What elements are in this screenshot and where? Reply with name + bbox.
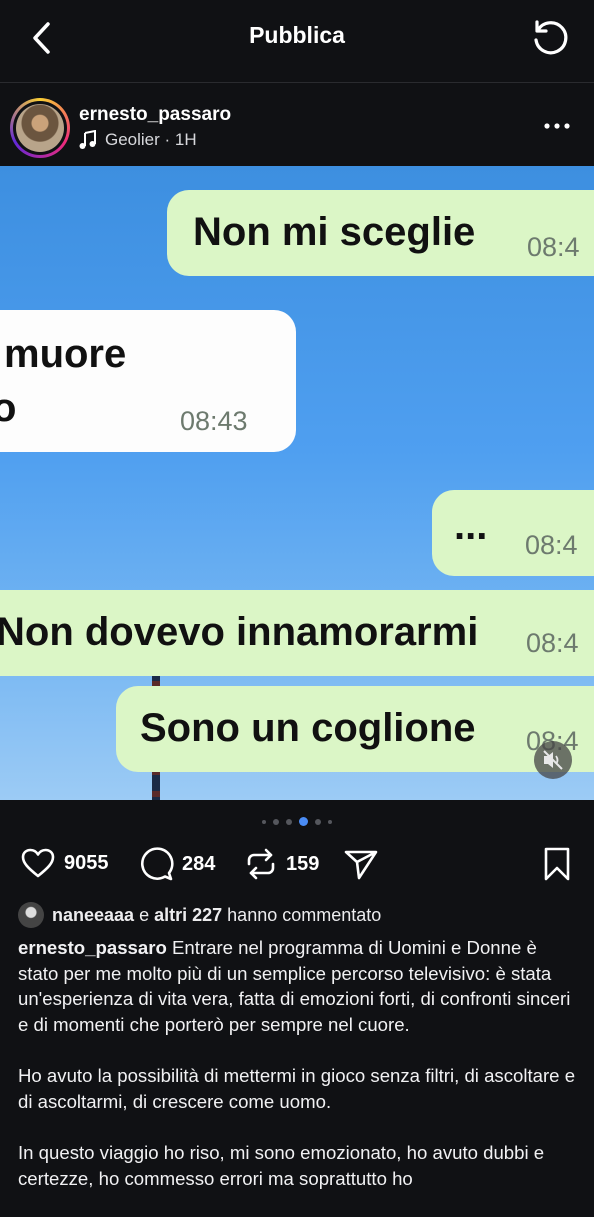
music-label: Geolier · 1H — [105, 130, 197, 149]
chat-bubble-time: 08:43 — [180, 406, 248, 436]
caption-paragraph: Ho avuto la possibilità di mettermi in g… — [18, 1065, 576, 1112]
post-header: ernesto_passaro Geolier · 1H — [0, 92, 594, 164]
music-note-icon — [79, 130, 96, 149]
reposts-count: 159 — [286, 852, 320, 875]
share-button[interactable] — [344, 847, 378, 881]
chat-bubble-time: 08:4 — [527, 232, 580, 262]
chat-bubble-time: 08:4 — [525, 530, 578, 560]
comment-button[interactable]: 284 — [140, 847, 215, 881]
carousel-dot — [286, 819, 292, 825]
commenters-suffix: hanno commentato — [227, 904, 382, 925]
action-bar: 9055 284 159 — [0, 842, 594, 888]
bookmark-icon — [544, 847, 570, 881]
chat-bubble-text: o — [0, 386, 17, 430]
top-bar: Pubblica — [0, 0, 594, 83]
carousel-dot-active — [299, 817, 308, 826]
likes-count: 9055 — [64, 851, 109, 874]
carousel-dot — [262, 820, 266, 824]
speaker-muted-icon — [543, 750, 563, 770]
chat-bubble-text: Sono un coglione — [140, 706, 476, 750]
caption-paragraph: ernesto_passaro Entrare nel programma di… — [18, 935, 578, 1037]
commenter-avatar — [18, 902, 44, 928]
page-title: Pubblica — [249, 22, 345, 48]
carousel-dot — [328, 820, 332, 824]
chat-bubble-text: ... — [454, 504, 488, 548]
commenters-summary[interactable]: naneeaaa e altri 227 hanno commentato — [18, 902, 381, 928]
chat-bubble: muore o 08:43 — [0, 310, 296, 452]
post-caption: ernesto_passaro Entrare nel programma di… — [18, 935, 578, 1217]
chat-bubble: Non dovevo innamorarmi 08:4 — [0, 590, 594, 676]
comments-count: 284 — [182, 852, 216, 875]
carousel-dot — [273, 819, 279, 825]
post-username[interactable]: ernesto_passaro — [79, 104, 231, 126]
heart-icon — [21, 848, 55, 878]
chat-bubble-text: muore — [4, 332, 127, 376]
chat-bubble: Non mi sceglie 08:4 — [167, 190, 594, 276]
music-row[interactable]: Geolier · 1H — [79, 130, 197, 150]
mute-button[interactable] — [534, 741, 572, 779]
commenters-conj: e — [139, 904, 150, 925]
chat-bubble-text: Non mi sceglie — [193, 210, 476, 254]
repost-button[interactable]: 159 — [244, 847, 319, 881]
chat-bubble-time: 08:4 — [526, 628, 579, 658]
avatar[interactable] — [10, 98, 70, 158]
carousel-indicator — [0, 817, 594, 826]
commenter-name[interactable]: naneeaaa — [52, 905, 134, 926]
comment-icon — [140, 847, 174, 881]
like-button[interactable]: 9055 — [20, 847, 109, 879]
save-button[interactable] — [542, 846, 572, 887]
repost-icon — [247, 848, 275, 880]
post-media[interactable]: Non mi sceglie 08:4 muore o 08:43 ... 08… — [0, 166, 594, 800]
commenters-others[interactable]: altri 227 — [154, 905, 222, 926]
caption-paragraph: In questo viaggio ho riso, mi sono emozi… — [18, 1142, 545, 1189]
carousel-dot — [315, 819, 321, 825]
chat-bubble-text: Non dovevo innamorarmi — [0, 610, 479, 654]
chat-bubble: Sono un coglione 08:4 — [116, 686, 594, 772]
chat-bubble: ... 08:4 — [432, 490, 594, 576]
send-icon — [344, 850, 378, 880]
more-options-icon[interactable] — [542, 116, 572, 136]
refresh-icon[interactable] — [528, 16, 572, 60]
caption-username[interactable]: ernesto_passaro — [18, 937, 167, 958]
